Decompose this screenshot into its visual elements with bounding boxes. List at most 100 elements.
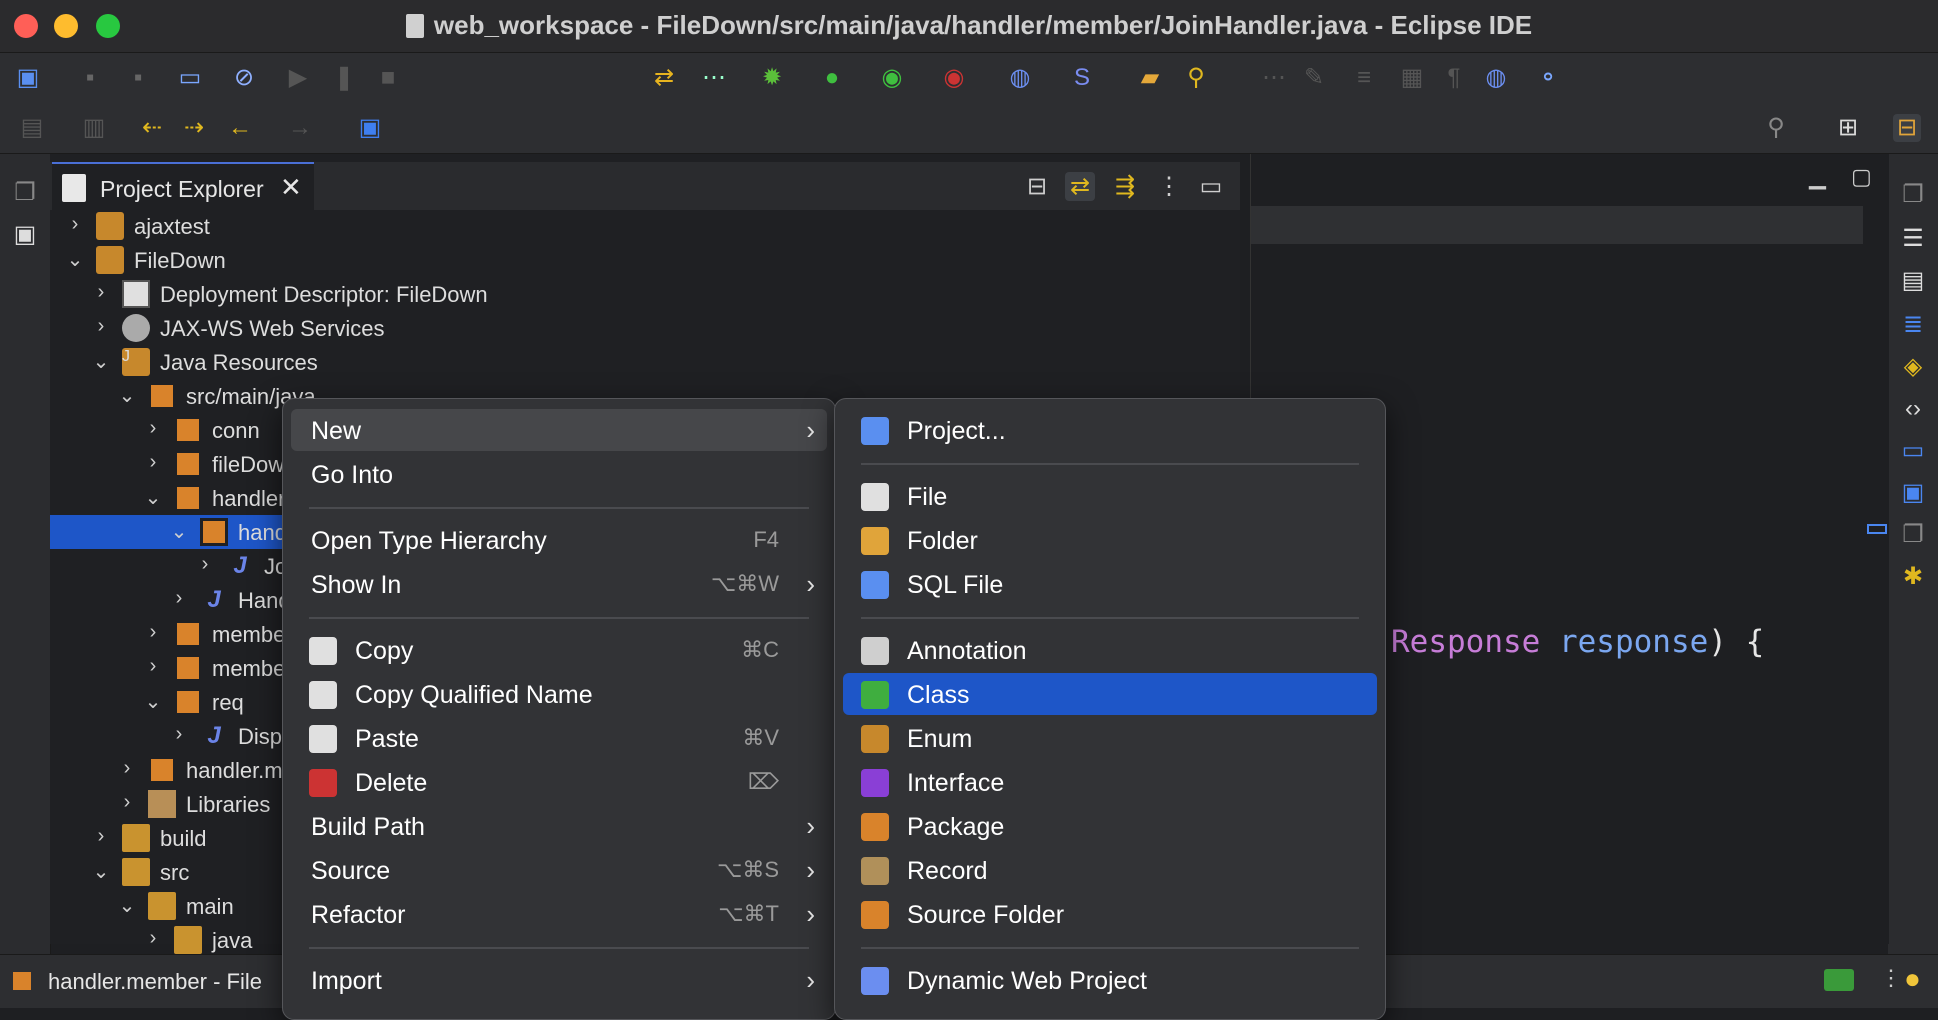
chevron-right-icon[interactable]: › xyxy=(142,417,164,440)
menu-item-paste[interactable]: Paste ⌘V xyxy=(291,717,827,759)
history-back-icon[interactable]: ▤ xyxy=(18,114,46,142)
menu-item-delete[interactable]: Delete ⌦ xyxy=(291,761,827,803)
restore-right-icon[interactable]: ❐ xyxy=(1898,180,1928,210)
menu-item-annotation[interactable]: Annotation xyxy=(843,629,1377,671)
servers-icon[interactable]: ≣ xyxy=(1898,310,1928,340)
code-icon[interactable]: ‹› xyxy=(1898,394,1928,424)
minimize-view-icon[interactable]: ▭ xyxy=(1196,172,1226,201)
chevron-right-icon[interactable]: › xyxy=(64,213,86,236)
restore-icon[interactable]: ❐ xyxy=(10,178,40,208)
monitor-icon[interactable]: ▭ xyxy=(176,64,204,92)
run-as-icon[interactable]: ◉ xyxy=(878,64,906,92)
chevron-down-icon[interactable]: ⌄ xyxy=(90,859,112,884)
menu-item-dynamic-web-project[interactable]: Dynamic Web Project xyxy=(843,959,1377,1001)
debug-icon[interactable]: ✹ xyxy=(758,64,786,92)
menu-item-folder[interactable]: Folder xyxy=(843,519,1377,561)
console-icon[interactable]: ▭ xyxy=(1898,436,1928,466)
lightbulb-icon[interactable]: ● xyxy=(1904,963,1921,995)
run-icon[interactable]: ● xyxy=(818,64,846,92)
new-wizard-icon[interactable]: ▣ xyxy=(14,64,42,92)
display-icon[interactable]: ▣ xyxy=(1898,478,1928,508)
link-icon[interactable]: ⋯ xyxy=(700,64,728,92)
menu-item-class[interactable]: Class xyxy=(843,673,1377,715)
menu-item-go-into[interactable]: Go Into xyxy=(291,453,827,495)
menu-item-enum[interactable]: Enum xyxy=(843,717,1377,759)
menu-item-record[interactable]: Record xyxy=(843,849,1377,891)
menu-item-import[interactable]: Import › xyxy=(291,959,827,1001)
collapse-all-icon[interactable]: ⊟ xyxy=(1022,172,1052,201)
save-all-icon[interactable]: ▪ xyxy=(124,64,152,92)
chevron-right-icon[interactable]: › xyxy=(194,553,216,576)
block-selection-icon[interactable]: ▦ xyxy=(1398,64,1426,92)
chevron-down-icon[interactable]: ⌄ xyxy=(64,247,86,272)
globe-icon[interactable]: ◍ xyxy=(1482,64,1510,92)
chevron-right-icon[interactable]: › xyxy=(116,791,138,814)
menu-item-refactor[interactable]: Refactor ⌥⌘T › xyxy=(291,893,827,935)
java-perspective-icon[interactable]: ⊟ xyxy=(1893,114,1921,142)
outline-icon[interactable]: ▤ xyxy=(1898,266,1928,296)
menu-item-project[interactable]: Project... xyxy=(843,409,1377,451)
back-arrow-icon[interactable]: ← xyxy=(226,114,254,142)
chevron-right-icon[interactable]: › xyxy=(168,723,190,746)
open-perspective-icon[interactable]: ⊞ xyxy=(1834,114,1862,142)
task-list-icon[interactable]: ☰ xyxy=(1898,224,1928,254)
tree-item[interactable]: › ajaxtest xyxy=(50,209,1240,243)
open-type-icon[interactable]: ▰ xyxy=(1136,64,1164,92)
server-status-icon[interactable] xyxy=(1824,969,1854,991)
menu-item-file[interactable]: File xyxy=(843,475,1377,517)
tree-item[interactable]: › Deployment Descriptor: FileDown xyxy=(50,277,1240,311)
chevron-right-icon[interactable]: › xyxy=(90,315,112,338)
menu-item-copy[interactable]: Copy ⌘C xyxy=(291,629,827,671)
data-source-icon[interactable]: ◈ xyxy=(1898,352,1928,382)
chevron-down-icon[interactable]: ⌄ xyxy=(142,689,164,714)
status-menu-icon[interactable]: ⋮ xyxy=(1880,965,1902,991)
tree-item[interactable]: ⌄ J Java Resources xyxy=(50,345,1240,379)
maximize-editor-icon[interactable]: ▢ xyxy=(1851,164,1872,190)
menu-item-package[interactable]: Package xyxy=(843,805,1377,847)
run-flow-icon[interactable]: ⚬ xyxy=(1534,64,1562,92)
filter-icon[interactable]: ⇶ xyxy=(1110,172,1140,201)
chevron-right-icon[interactable]: › xyxy=(142,927,164,950)
menu-item-show-in[interactable]: Show In ⌥⌘W › xyxy=(291,563,827,605)
skip-breakpoints-icon[interactable]: ⊘ xyxy=(230,64,258,92)
overview-marker[interactable] xyxy=(1867,524,1887,534)
menu-item-copy-qualified-name[interactable]: Copy Qualified Name xyxy=(291,673,827,715)
chevron-down-icon[interactable]: ⌄ xyxy=(168,519,190,544)
terminate-icon[interactable]: ■ xyxy=(374,64,402,92)
chevron-down-icon[interactable]: ⌄ xyxy=(90,349,112,374)
tree-item[interactable]: ⌄ FileDown xyxy=(50,243,1240,277)
suspend-icon[interactable]: ❚ xyxy=(330,64,358,92)
project-explorer-tab[interactable]: Project Explorer ✕ xyxy=(52,162,314,210)
annotation-nav-icon[interactable]: ⋯ xyxy=(1260,64,1288,92)
next-annotation-icon[interactable]: ⇢ xyxy=(180,114,208,142)
restore-bottom-icon[interactable]: ❐ xyxy=(1898,520,1928,550)
new-server-icon[interactable]: ◍ xyxy=(1006,64,1034,92)
resume-icon[interactable]: ▶ xyxy=(284,64,312,92)
tree-item[interactable]: › JAX-WS Web Services xyxy=(50,311,1240,345)
chevron-down-icon[interactable]: ⌄ xyxy=(116,383,138,408)
new-java-package-icon[interactable]: S xyxy=(1068,64,1096,92)
toggle-icon[interactable]: ⇄ xyxy=(650,64,678,92)
chevron-right-icon[interactable]: › xyxy=(168,587,190,610)
external-tools-icon[interactable]: ◉ xyxy=(940,64,968,92)
chevron-down-icon[interactable]: ⌄ xyxy=(116,893,138,918)
word-wrap-icon[interactable]: ≡ xyxy=(1350,64,1378,92)
chevron-right-icon[interactable]: › xyxy=(142,451,164,474)
search-icon[interactable]: ⚲ xyxy=(1182,64,1210,92)
project-explorer-minimized-icon[interactable]: ▣ xyxy=(10,220,40,250)
previous-annotation-icon[interactable]: ⇠ xyxy=(138,114,166,142)
close-icon[interactable]: ✕ xyxy=(280,172,302,203)
menu-item-open-type-hierarchy[interactable]: Open Type Hierarchy F4 xyxy=(291,519,827,561)
chevron-right-icon[interactable]: › xyxy=(142,621,164,644)
chevron-right-icon[interactable]: › xyxy=(90,281,112,304)
menu-item-build-path[interactable]: Build Path › xyxy=(291,805,827,847)
view-menu-icon[interactable]: ⋮ xyxy=(1154,172,1184,201)
global-search-icon[interactable]: ⚲ xyxy=(1762,114,1790,142)
save-icon[interactable]: ▪ xyxy=(76,64,104,92)
forward-arrow-icon[interactable]: → xyxy=(286,114,314,142)
show-whitespace-icon[interactable]: ¶ xyxy=(1440,64,1468,92)
link-with-editor-icon[interactable]: ⇄ xyxy=(1065,172,1095,201)
menu-item-source[interactable]: Source ⌥⌘S › xyxy=(291,849,827,891)
print-icon[interactable]: ▥ xyxy=(80,114,108,142)
pin-editor-icon[interactable]: ▣ xyxy=(356,114,384,142)
